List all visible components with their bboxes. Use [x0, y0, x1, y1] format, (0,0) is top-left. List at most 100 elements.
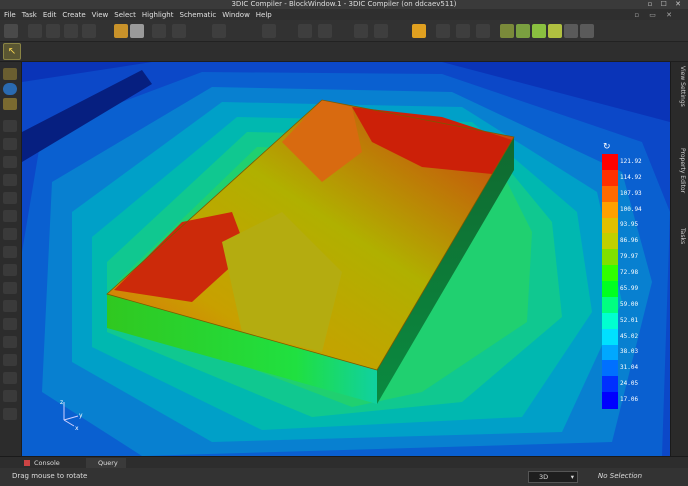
toolbar-analysis-icon[interactable] — [580, 24, 594, 38]
legend-value: 72.98 — [620, 269, 639, 277]
legend-value: 38.03 — [620, 348, 639, 356]
menu-create[interactable]: Create — [62, 11, 85, 19]
toolbar-new-icon[interactable] — [4, 24, 18, 38]
menu-bar: File Task Edit Create View Select Highli… — [0, 9, 688, 20]
menu-view[interactable]: View — [92, 11, 109, 19]
toolbar-ce-icon[interactable] — [516, 24, 530, 38]
legend-swatch — [602, 233, 618, 250]
tab-tasks[interactable]: Tasks — [674, 228, 686, 244]
toolbar-mesh-icon[interactable] — [532, 24, 546, 38]
toolbar-redo-icon[interactable] — [46, 24, 60, 38]
tool-14-icon[interactable] — [3, 354, 17, 366]
axis-y-label: y — [79, 412, 83, 419]
tab-property-editor[interactable]: Property Editor — [674, 148, 686, 193]
chevron-down-icon: ▾ — [570, 473, 574, 481]
legend-value: 93.95 — [620, 221, 639, 229]
select-arrow-icon[interactable]: ↖ — [3, 43, 21, 60]
legend-swatch — [602, 185, 618, 203]
legend-value: 65.99 — [620, 284, 639, 292]
tool-7-icon[interactable] — [3, 228, 17, 240]
view-mode-select[interactable]: 3D ▾ — [528, 471, 578, 483]
tool-12-icon[interactable] — [3, 318, 17, 330]
tool-4-icon[interactable] — [3, 174, 17, 186]
menu-file[interactable]: File — [4, 11, 16, 19]
menu-select[interactable]: Select — [114, 11, 136, 19]
toolbar-measure-icon[interactable] — [262, 24, 276, 38]
menu-help[interactable]: Help — [256, 11, 272, 19]
toolbar-thermal-icon[interactable] — [564, 24, 578, 38]
bottom-panel-tabs: Console Query — [0, 456, 688, 468]
toolbar-cut-icon[interactable] — [64, 24, 78, 38]
legend-value: 100.94 — [620, 205, 642, 213]
legend-color-bar — [602, 154, 618, 409]
toolbar-layout-icon[interactable] — [436, 24, 450, 38]
thermal-3d-viewport[interactable]: z y x ↻ 121.92 114.92 107.93 100.94 93.95 86.… — [22, 62, 670, 456]
legend-value: 31.04 — [620, 364, 639, 372]
tool-1-icon[interactable] — [3, 120, 17, 132]
toolbar-layers-icon[interactable] — [476, 24, 490, 38]
legend-value: 24.05 — [620, 380, 639, 388]
toolbar-delete-icon[interactable] — [172, 24, 186, 38]
toolbar-table-icon[interactable] — [548, 24, 562, 38]
legend-value: 45.02 — [620, 332, 639, 340]
thermal-map-canvas[interactable]: z y x — [22, 62, 670, 456]
tool-2-icon[interactable] — [3, 138, 17, 150]
legend-value: 52.01 — [620, 316, 639, 324]
legend-value: 107.93 — [620, 189, 642, 197]
menu-highlight[interactable]: Highlight — [142, 11, 174, 19]
window-controls[interactable]: ▫ ☐ ✕ — [648, 0, 684, 9]
save-icon[interactable] — [130, 24, 144, 38]
window-title: 3DIC Compiler - BlockWindow.1 - 3DIC Com… — [231, 0, 457, 8]
refresh-icon[interactable]: ↻ — [603, 142, 611, 152]
toolbar-copy-icon[interactable] — [82, 24, 96, 38]
toolbar-chip-icon[interactable] — [500, 24, 514, 38]
tool-15-icon[interactable] — [3, 372, 17, 384]
tab-query[interactable]: Query — [86, 458, 126, 468]
info-icon[interactable] — [3, 83, 17, 95]
tool-11-icon[interactable] — [3, 300, 17, 312]
toolbar-undo-icon[interactable] — [28, 24, 42, 38]
menu-schematic[interactable]: Schematic — [180, 11, 217, 19]
legend-swatch — [602, 154, 618, 171]
menu-edit[interactable]: Edit — [43, 11, 57, 19]
legend-swatch — [602, 265, 618, 282]
tab-console[interactable]: Console — [22, 458, 76, 468]
tool-16-icon[interactable] — [3, 390, 17, 402]
menu-task[interactable]: Task — [22, 11, 37, 19]
open-folder-icon[interactable] — [114, 24, 128, 38]
menu-window[interactable]: Window — [222, 11, 250, 19]
legend-swatch — [602, 217, 618, 234]
toolbar-edit-icon[interactable] — [152, 24, 166, 38]
legend-swatch — [602, 328, 618, 345]
axis-x-label: x — [75, 425, 79, 432]
tab-view-settings[interactable]: View Settings — [674, 66, 686, 107]
tool-8-icon[interactable] — [3, 246, 17, 258]
toolbar-fit-icon[interactable] — [374, 24, 388, 38]
tool-17-icon[interactable] — [3, 408, 17, 420]
toolbar-history-back-icon[interactable] — [298, 24, 312, 38]
right-dock: View Settings Property Editor Tasks — [670, 62, 688, 456]
toolbar-route-icon[interactable] — [212, 24, 226, 38]
legend-swatch — [602, 392, 618, 409]
legend-value: 114.92 — [620, 173, 642, 181]
tool-10-icon[interactable] — [3, 282, 17, 294]
selection-toolbar: ↖ — [0, 42, 688, 62]
main-toolbar — [0, 20, 688, 42]
toolbar-message-icon[interactable] — [412, 24, 426, 38]
tool-9-icon[interactable] — [3, 264, 17, 276]
selection-status: No Selection — [598, 472, 643, 480]
toolbar-grid-icon[interactable] — [456, 24, 470, 38]
legend-value: 86.96 — [620, 237, 639, 245]
tool-6-icon[interactable] — [3, 210, 17, 222]
toolbar-settings-icon[interactable] — [354, 24, 368, 38]
temperature-legend: ↻ 121.92 114.92 107.93 100.94 93.95 86.96 79.9… — [602, 142, 662, 414]
toolbar-history-forward-icon[interactable] — [318, 24, 332, 38]
legend-value: 121.92 — [620, 157, 642, 165]
menubar-window-controls[interactable]: ▫ ▭ ✕ — [634, 11, 676, 19]
tool-3-icon[interactable] — [3, 156, 17, 168]
pointer-tool-icon[interactable] — [3, 68, 17, 80]
legend-swatch — [602, 360, 618, 377]
tool-13-icon[interactable] — [3, 336, 17, 348]
zoom-icon[interactable] — [3, 98, 17, 110]
tool-5-icon[interactable] — [3, 192, 17, 204]
